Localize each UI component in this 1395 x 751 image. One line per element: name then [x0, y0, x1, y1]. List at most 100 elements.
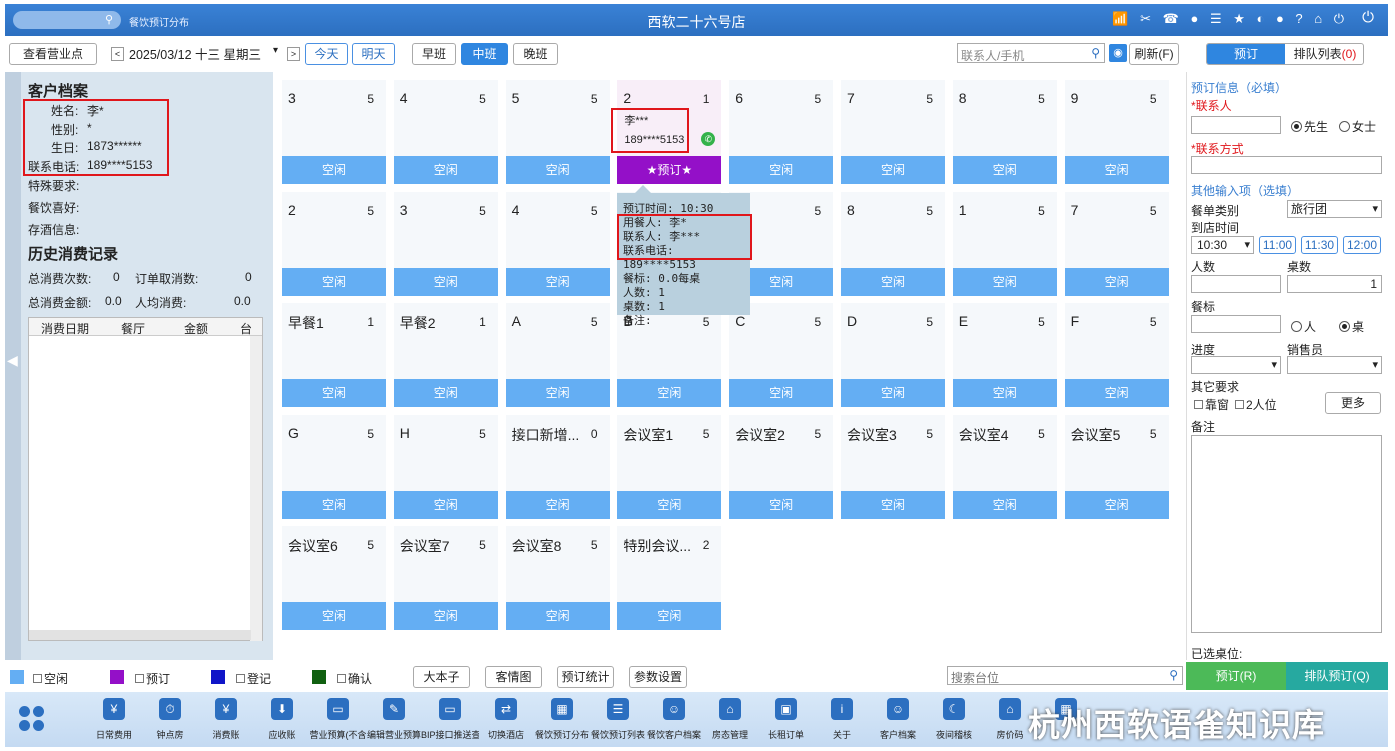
dock-item[interactable]: ⌂ 房态管理 — [701, 698, 759, 741]
remark-textarea[interactable] — [1191, 435, 1382, 633]
contact-input[interactable] — [1191, 116, 1281, 134]
shift-lunch-tab[interactable]: 中班 — [461, 43, 508, 65]
guest-map-button[interactable]: 客情图 — [485, 666, 542, 688]
window-checkbox[interactable]: 靠窗 — [1194, 396, 1229, 413]
table-tile[interactable]: G 5 空闲 — [282, 414, 386, 519]
standard-input[interactable] — [1191, 315, 1281, 333]
table-tile[interactable]: H 5 空闲 — [393, 414, 498, 519]
gender-ms-radio[interactable]: 女士 — [1339, 118, 1376, 135]
dock-item[interactable]: ▣ 长租订单 — [757, 698, 815, 741]
more-button[interactable]: 更多 — [1325, 392, 1381, 414]
dock-item[interactable]: ⏱ 钟点房 — [141, 698, 199, 741]
table-tile[interactable]: 会议室3 5 空闲 — [841, 414, 945, 519]
progress-select[interactable] — [1191, 356, 1281, 374]
table-search-input[interactable]: 搜索台位 ⚲ — [947, 666, 1183, 685]
table-tile[interactable]: 接口新增... 0 空闲 — [505, 414, 610, 519]
dock-item[interactable]: ⬇ 应收账 — [253, 698, 311, 741]
dock-item[interactable]: ☺ 客户档案 — [869, 698, 927, 741]
idle-filter-checkbox[interactable]: 空闲 — [33, 670, 68, 687]
search-icon[interactable]: ⚲ — [1169, 668, 1178, 682]
table-tile[interactable]: 9 5 空闲 — [1064, 80, 1169, 184]
table-tile[interactable]: 会议室6 5 空闲 — [282, 526, 386, 630]
per-table-radio[interactable]: 桌 — [1339, 318, 1364, 335]
table-tile[interactable]: 早餐2 1 空闲 — [393, 303, 498, 407]
settings-button[interactable]: 参数设置 — [629, 666, 687, 688]
view-outlets-button[interactable]: 查看营业点 — [9, 43, 97, 65]
big-book-button[interactable]: 大本子 — [413, 666, 470, 688]
table-tile[interactable]: 4 5 空闲 — [505, 191, 610, 296]
table-tile[interactable]: 1 5 空闲 — [952, 191, 1057, 296]
dock-item[interactable]: ▭ BIP接口推送查 — [421, 698, 479, 741]
shift-breakfast-tab[interactable]: 早班 — [412, 43, 456, 65]
prev-date-button[interactable]: < — [111, 47, 124, 61]
table-tile[interactable]: D 5 空闲 — [841, 303, 945, 407]
table-tile[interactable]: E 5 空闲 — [952, 303, 1057, 407]
dock-item[interactable]: ⇄ 切换酒店 — [477, 698, 535, 741]
time-1100-button[interactable]: 11:00 — [1259, 236, 1296, 254]
table-tile[interactable]: 8 5 空闲 — [952, 80, 1057, 184]
table-tile[interactable]: 4 5 空闲 — [393, 80, 498, 184]
meal-type-select[interactable]: 旅行团 — [1287, 200, 1382, 218]
table-tile[interactable]: F 5 空闲 — [1064, 303, 1169, 407]
table-tile[interactable]: 7 5 空闲 — [1064, 191, 1169, 296]
horizontal-scrollbar[interactable] — [29, 630, 251, 640]
search-icon[interactable]: ⚲ — [1091, 46, 1100, 60]
time-1130-button[interactable]: 11:30 — [1301, 236, 1338, 254]
dock-item[interactable]: i 关于 — [813, 698, 871, 741]
dock-item[interactable]: ✎ 编辑营业预算 — [365, 698, 423, 741]
table-tile[interactable]: 6 5 空闲 — [729, 80, 834, 184]
arrive-time-select[interactable]: 10:30 — [1191, 236, 1254, 254]
table-tile[interactable]: 特别会议... 2 空闲 — [617, 526, 722, 630]
phone-input[interactable] — [1191, 156, 1382, 174]
history-table[interactable]: 消费日期 餐厅 金额 台 — [28, 317, 263, 641]
dock-item[interactable]: ▦ 餐饮预订分布 — [533, 698, 591, 741]
booked-filter-checkbox[interactable]: 预订 — [135, 670, 170, 687]
power-icon[interactable]: ⏻ — [1362, 9, 1374, 26]
dock-item[interactable]: ¥ 消费账 — [197, 698, 255, 741]
table-tile[interactable]: 3 5 空闲 — [393, 191, 498, 296]
title-toolbar-icons[interactable]: 📶 ✂ ☎ ● ☰ ★ ◐ ● ? ⌂ ⏻ — [1112, 11, 1348, 27]
collapse-arrow-icon[interactable]: ◀ — [7, 352, 18, 369]
table-tile[interactable]: 会议室4 5 空闲 — [952, 414, 1057, 519]
queue-book-button[interactable]: 排队预订(Q) — [1286, 662, 1388, 690]
time-1200-button[interactable]: 12:00 — [1343, 236, 1381, 254]
refresh-button[interactable]: 刷新(F) — [1129, 43, 1179, 65]
table-tile[interactable]: 7 5 空闲 — [841, 80, 945, 184]
booking-stats-button[interactable]: 预订统计 — [557, 666, 614, 688]
registered-filter-checkbox[interactable]: 登记 — [236, 670, 271, 687]
table-tile[interactable]: 2 5 空闲 — [282, 191, 386, 296]
gender-mr-radio[interactable]: 先生 — [1291, 118, 1328, 135]
dock-item[interactable]: ▭ 营业预算(不含 — [309, 698, 367, 741]
dock-item[interactable]: ☾ 夜间稽核 — [925, 698, 983, 741]
tables-input[interactable]: 1 — [1287, 275, 1382, 293]
start-menu-icon[interactable] — [19, 706, 45, 732]
contact-search-input[interactable]: 联系人/手机 ⚲ — [957, 43, 1105, 63]
table-tile[interactable]: 会议室7 5 空闲 — [393, 526, 498, 630]
sales-select[interactable] — [1287, 356, 1382, 374]
table-tile[interactable]: 3 5 空闲 — [282, 80, 386, 184]
dock-item[interactable]: ¥ 日常费用 — [85, 698, 143, 741]
table-tile[interactable]: 会议室8 5 空闲 — [505, 526, 610, 630]
per-person-radio[interactable]: 人 — [1291, 318, 1316, 335]
dock-item[interactable]: ☰ 餐饮预订列表 — [589, 698, 647, 741]
date-dropdown-icon[interactable]: ▾ — [273, 45, 278, 56]
today-button[interactable]: 今天 — [305, 43, 348, 65]
table-tile[interactable]: 会议室1 5 空闲 — [617, 414, 722, 519]
table-tile[interactable]: 会议室2 5 空闲 — [729, 414, 834, 519]
dock-item[interactable]: ☺ 餐饮客户档案 — [645, 698, 703, 741]
next-date-button[interactable]: > — [287, 47, 300, 61]
tomorrow-button[interactable]: 明天 — [352, 43, 395, 65]
collapse-left-bar[interactable]: ◀ — [5, 72, 21, 660]
book-button[interactable]: 预订(R) — [1186, 662, 1286, 690]
table-tile[interactable]: 5 5 空闲 — [505, 80, 610, 184]
table-tile[interactable]: 会议室5 5 空闲 — [1064, 414, 1169, 519]
eye-icon[interactable]: ◉ — [1109, 44, 1127, 62]
tab-booking[interactable]: 预订 — [1207, 44, 1285, 64]
tab-queue-list[interactable]: 排队列表(0) — [1285, 44, 1363, 64]
table-tile[interactable]: 8 5 空闲 — [841, 191, 945, 296]
two-seat-checkbox[interactable]: 2人位 — [1235, 396, 1277, 413]
phone-call-icon[interactable]: ✆ — [701, 132, 716, 146]
table-tile[interactable]: 早餐1 1 空闲 — [282, 303, 386, 407]
table-tile[interactable]: A 5 空闲 — [505, 303, 610, 407]
shift-dinner-tab[interactable]: 晚班 — [513, 43, 558, 65]
